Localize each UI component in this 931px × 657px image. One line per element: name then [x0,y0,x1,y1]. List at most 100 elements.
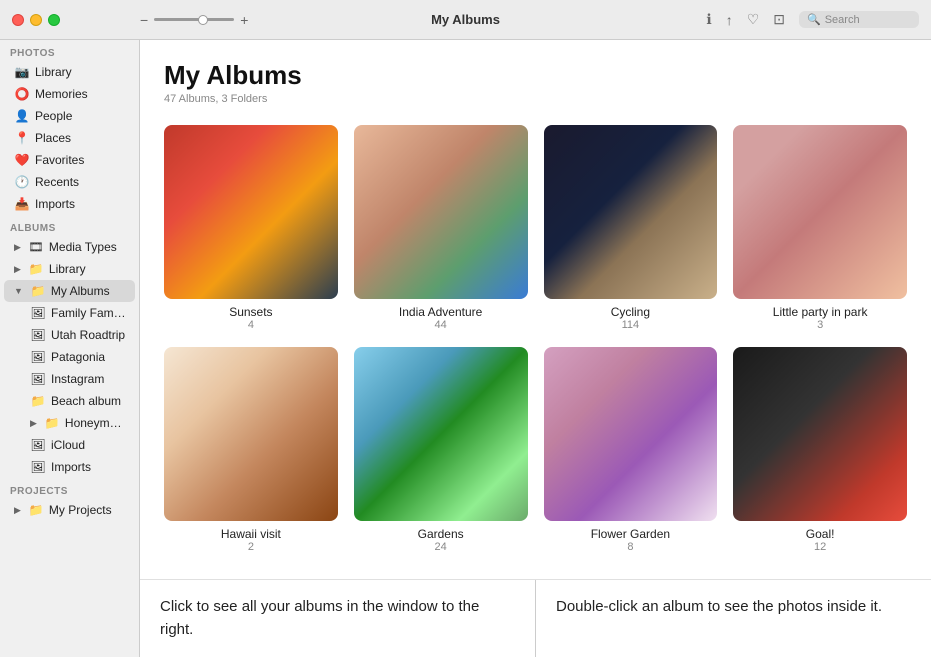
album-item-goal[interactable]: Goal! 12 [733,347,907,553]
sidebar-item-my-projects[interactable]: ▶ 📁 My Projects [4,499,135,521]
sidebar-item-label: Library [35,65,72,79]
sidebar-item-imports[interactable]: 📥 Imports [4,193,135,215]
sidebar-item-label: Patagonia [51,350,105,364]
album-count: 4 [164,319,338,331]
tooltip-right: Double-click an album to see the photos … [536,580,931,657]
album-thumb-icon: 🖼 [30,327,46,343]
sidebar-item-media-types[interactable]: ▶ 🎞 Media Types [4,236,135,258]
recents-icon: 🕐 [14,174,30,190]
sidebar-item-label: My Albums [51,284,110,298]
album-item-cycling[interactable]: Cycling 114 [544,125,718,331]
album-thumbnail [164,125,338,299]
albums-section-label: Albums [0,215,139,236]
people-icon: 👤 [14,108,30,124]
imports-icon: 📥 [14,196,30,212]
page-subtitle: 47 Albums, 3 Folders [164,93,907,105]
expand-arrow-icon: ▶ [14,242,21,253]
album-thumbnail [733,125,907,299]
sidebar-item-people[interactable]: 👤 People [4,105,135,127]
sidebar-item-icloud[interactable]: 🖼 iCloud [4,434,135,456]
album-thumb-icon: 🖼 [30,305,46,321]
album-count: 24 [354,541,528,553]
album-item-hawaii[interactable]: Hawaii visit 2 [164,347,338,553]
sidebar-item-label: iCloud [51,438,85,452]
sidebar-item-instagram[interactable]: 🖼 Instagram [4,368,135,390]
sidebar-item-shared-albums[interactable]: ▶ 📁 Library [4,258,135,280]
album-name: Sunsets [164,305,338,319]
album-name: Flower Garden [544,527,718,541]
album-thumbnail [354,125,528,299]
album-name: Hawaii visit [164,527,338,541]
sidebar-item-utah[interactable]: 🖼 Utah Roadtrip [4,324,135,346]
sidebar-item-memories[interactable]: ⭕ Memories [4,83,135,105]
sidebar-item-favorites[interactable]: ❤️ Favorites [4,149,135,171]
favorites-icon: ❤️ [14,152,30,168]
album-item-india-adventure[interactable]: India Adventure 44 [354,125,528,331]
sidebar-item-patagonia[interactable]: 🖼 Patagonia [4,346,135,368]
sidebar: Photos 📷 Library ⭕ Memories 👤 People 📍 P… [0,40,140,657]
sidebar-item-recents[interactable]: 🕐 Recents [4,171,135,193]
media-types-icon: 🎞 [28,239,44,255]
heart-icon[interactable]: ♡ [747,11,760,28]
album-count: 3 [733,319,907,331]
album-name: Goal! [733,527,907,541]
maximize-button[interactable] [48,14,60,26]
sidebar-item-family[interactable]: 🖼 Family Family… [4,302,135,324]
sidebar-item-label: Recents [35,175,79,189]
info-icon[interactable]: ℹ [706,11,711,28]
album-name: Little party in park [733,305,907,319]
sidebar-item-label: People [35,109,72,123]
sidebar-item-label: Utah Roadtrip [51,328,125,342]
add-to-album-icon[interactable]: ⊡ [773,11,785,28]
album-thumbnail [354,347,528,521]
close-button[interactable] [12,14,24,26]
zoom-out-icon[interactable]: − [140,12,148,28]
expand-arrow-open-icon: ▼ [14,286,23,296]
sidebar-item-label: Beach album [51,394,121,408]
zoom-thumb[interactable] [198,15,208,25]
album-item-sunsets[interactable]: Sunsets 4 [164,125,338,331]
share-icon[interactable]: ↑ [726,12,733,28]
search-box[interactable]: 🔍 Search [799,11,919,28]
album-count: 114 [544,319,718,331]
album-thumbnail [164,347,338,521]
sidebar-item-my-albums[interactable]: ▼ 📁 My Albums [4,280,135,302]
sidebar-item-honeymoon[interactable]: ▶ 📁 Honeymoon [4,412,135,434]
shared-albums-icon: 📁 [28,261,44,277]
zoom-in-icon[interactable]: + [240,12,248,28]
zoom-track[interactable] [154,18,234,21]
sidebar-item-beach[interactable]: 📁 Beach album [4,390,135,412]
sidebar-item-label: Places [35,131,71,145]
sidebar-item-label: Imports [51,460,91,474]
places-icon: 📍 [14,130,30,146]
album-thumbnail [544,347,718,521]
sidebar-item-library[interactable]: 📷 Library [4,61,135,83]
projects-icon: 📁 [28,502,44,518]
album-thumb-icon: 📁 [44,415,60,431]
sidebar-item-label: My Projects [49,503,112,517]
expand-arrow-icon: ▶ [30,418,37,429]
sidebar-item-imports2[interactable]: 🖼 Imports [4,456,135,478]
minimize-button[interactable] [30,14,42,26]
sidebar-item-places[interactable]: 📍 Places [4,127,135,149]
zoom-slider-area: − + [140,12,248,28]
window-title: My Albums [431,12,500,27]
projects-section-label: Projects [0,478,139,499]
sidebar-item-label: Imports [35,197,75,211]
titlebar: − + My Albums ℹ ↑ ♡ ⊡ 🔍 Search [0,0,931,40]
sidebar-item-label: Instagram [51,372,104,386]
sidebar-item-label: Media Types [49,240,117,254]
album-item-gardens[interactable]: Gardens 24 [354,347,528,553]
tooltip-area: Click to see all your albums in the wind… [140,579,931,657]
album-thumb-icon: 🖼 [30,459,46,475]
expand-arrow-icon: ▶ [14,505,21,516]
sidebar-item-label: Favorites [35,153,84,167]
album-count: 2 [164,541,338,553]
album-item-flower-garden[interactable]: Flower Garden 8 [544,347,718,553]
album-count: 12 [733,541,907,553]
page-title: My Albums [164,60,907,91]
sidebar-item-label: Library [49,262,86,276]
search-placeholder: Search [825,14,860,26]
sidebar-item-label: Honeymoon [65,416,127,430]
album-item-little-party[interactable]: Little party in park 3 [733,125,907,331]
